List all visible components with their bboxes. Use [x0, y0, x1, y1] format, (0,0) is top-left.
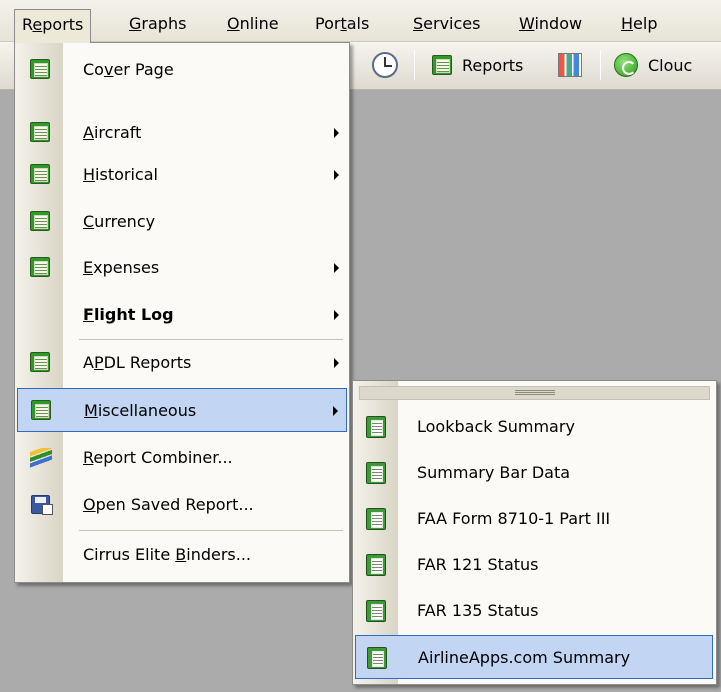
menu-portals-label: Portals [315, 14, 370, 33]
toolbar-separator [414, 50, 415, 80]
menu-separator [79, 530, 343, 531]
submenu-item-far-121-status[interactable]: FAR 121 Status [355, 543, 713, 587]
report-icon [366, 508, 386, 530]
submenu-item-airlineapps-summary[interactable]: AirlineApps.com Summary [355, 635, 713, 679]
menu-item-label: Flight Log [83, 305, 174, 324]
submenu-arrow-icon [333, 406, 338, 416]
menu-reports[interactable]: Reports [14, 9, 92, 43]
reports-dropdown: Cover Page Aircraft Historical Currency … [14, 42, 350, 583]
menu-online-label: Online [227, 14, 279, 33]
report-icon [31, 400, 51, 420]
toolbar-cloud-label[interactable]: Clouc [648, 56, 692, 75]
submenu-item-label: FAA Form 8710-1 Part III [417, 509, 611, 528]
submenu-arrow-icon [334, 310, 339, 320]
menu-bar: Reports Graphs Online Portals Services W… [0, 0, 721, 43]
menu-separator [79, 339, 343, 340]
report-icon [366, 416, 386, 438]
reports-icon[interactable] [432, 55, 452, 75]
menu-item-label: Cirrus Elite Binders... [83, 545, 252, 564]
menu-item-label: Aircraft [83, 123, 142, 142]
save-report-icon [31, 495, 53, 515]
cloud-sync-icon[interactable] [614, 53, 638, 77]
report-icon [366, 600, 386, 622]
menu-item-flight-log[interactable]: Flight Log [17, 293, 347, 337]
menu-item-open-saved-report[interactable]: Open Saved Report... [17, 483, 347, 527]
menu-services[interactable]: Services [406, 11, 487, 41]
menu-item-label: Report Combiner... [83, 448, 233, 467]
menu-item-label: Cover Page [83, 60, 174, 79]
report-icon [30, 352, 50, 372]
submenu-arrow-icon [334, 358, 339, 368]
menu-graphs[interactable]: Graphs [122, 11, 193, 41]
menu-item-label: Expenses [83, 258, 160, 277]
menu-item-label: Open Saved Report... [83, 495, 254, 514]
menu-help[interactable]: Help [614, 11, 664, 41]
report-combiner-icon [30, 448, 52, 468]
report-icon [30, 164, 50, 184]
menu-item-currency[interactable]: Currency [17, 200, 347, 244]
menu-item-label: Currency [83, 212, 156, 231]
menu-item-aircraft[interactable]: Aircraft [17, 111, 347, 155]
toolbar-reports-label[interactable]: Reports [462, 56, 523, 75]
menu-item-expenses[interactable]: Expenses [17, 246, 347, 290]
menu-services-label: Services [413, 14, 481, 33]
report-icon [30, 122, 50, 142]
toolbar-separator [600, 50, 601, 80]
menu-reports-label: Reports [22, 15, 84, 34]
report-icon [30, 211, 50, 231]
submenu-item-far-135-status[interactable]: FAR 135 Status [355, 589, 713, 633]
submenu-arrow-icon [334, 128, 339, 138]
menu-item-historical[interactable]: Historical [17, 153, 347, 197]
miscellaneous-submenu: Lookback Summary Summary Bar Data FAA Fo… [352, 380, 717, 685]
menu-item-label: APDL Reports [83, 353, 192, 372]
submenu-item-label: FAR 121 Status [417, 555, 539, 574]
submenu-item-label: FAR 135 Status [417, 601, 539, 620]
submenu-item-label: Summary Bar Data [417, 463, 571, 482]
menu-window[interactable]: Window [512, 11, 589, 41]
menu-portals[interactable]: Portals [308, 11, 376, 41]
menu-graphs-label: Graphs [129, 14, 187, 33]
submenu-drag-grip[interactable] [359, 386, 710, 400]
menu-item-apdl-reports[interactable]: APDL Reports [17, 341, 347, 385]
menu-item-label: Miscellaneous [84, 401, 197, 420]
submenu-item-lookback-summary[interactable]: Lookback Summary [355, 405, 713, 449]
menu-item-miscellaneous[interactable]: Miscellaneous [17, 388, 347, 432]
menu-item-label: Historical [83, 165, 158, 184]
menu-online[interactable]: Online [220, 11, 286, 41]
submenu-arrow-icon [334, 263, 339, 273]
submenu-item-label: Lookback Summary [417, 417, 575, 436]
menu-help-label: Help [621, 14, 658, 33]
menu-item-cover-page[interactable]: Cover Page [17, 48, 347, 92]
report-icon [367, 647, 387, 669]
submenu-item-summary-bar-data[interactable]: Summary Bar Data [355, 451, 713, 495]
menu-window-label: Window [519, 14, 583, 33]
submenu-item-faa-form-8710[interactable]: FAA Form 8710-1 Part III [355, 497, 713, 541]
report-icon [366, 554, 386, 576]
menu-item-cirrus-elite-binders[interactable]: Cirrus Elite Binders... [17, 533, 347, 577]
menu-item-report-combiner[interactable]: Report Combiner... [17, 436, 347, 480]
graph-icon[interactable] [558, 53, 582, 77]
report-icon [30, 59, 50, 79]
clock-icon[interactable] [372, 52, 398, 78]
report-icon [366, 462, 386, 484]
submenu-item-label: AirlineApps.com Summary [418, 648, 631, 667]
report-icon [30, 257, 50, 277]
submenu-arrow-icon [334, 170, 339, 180]
